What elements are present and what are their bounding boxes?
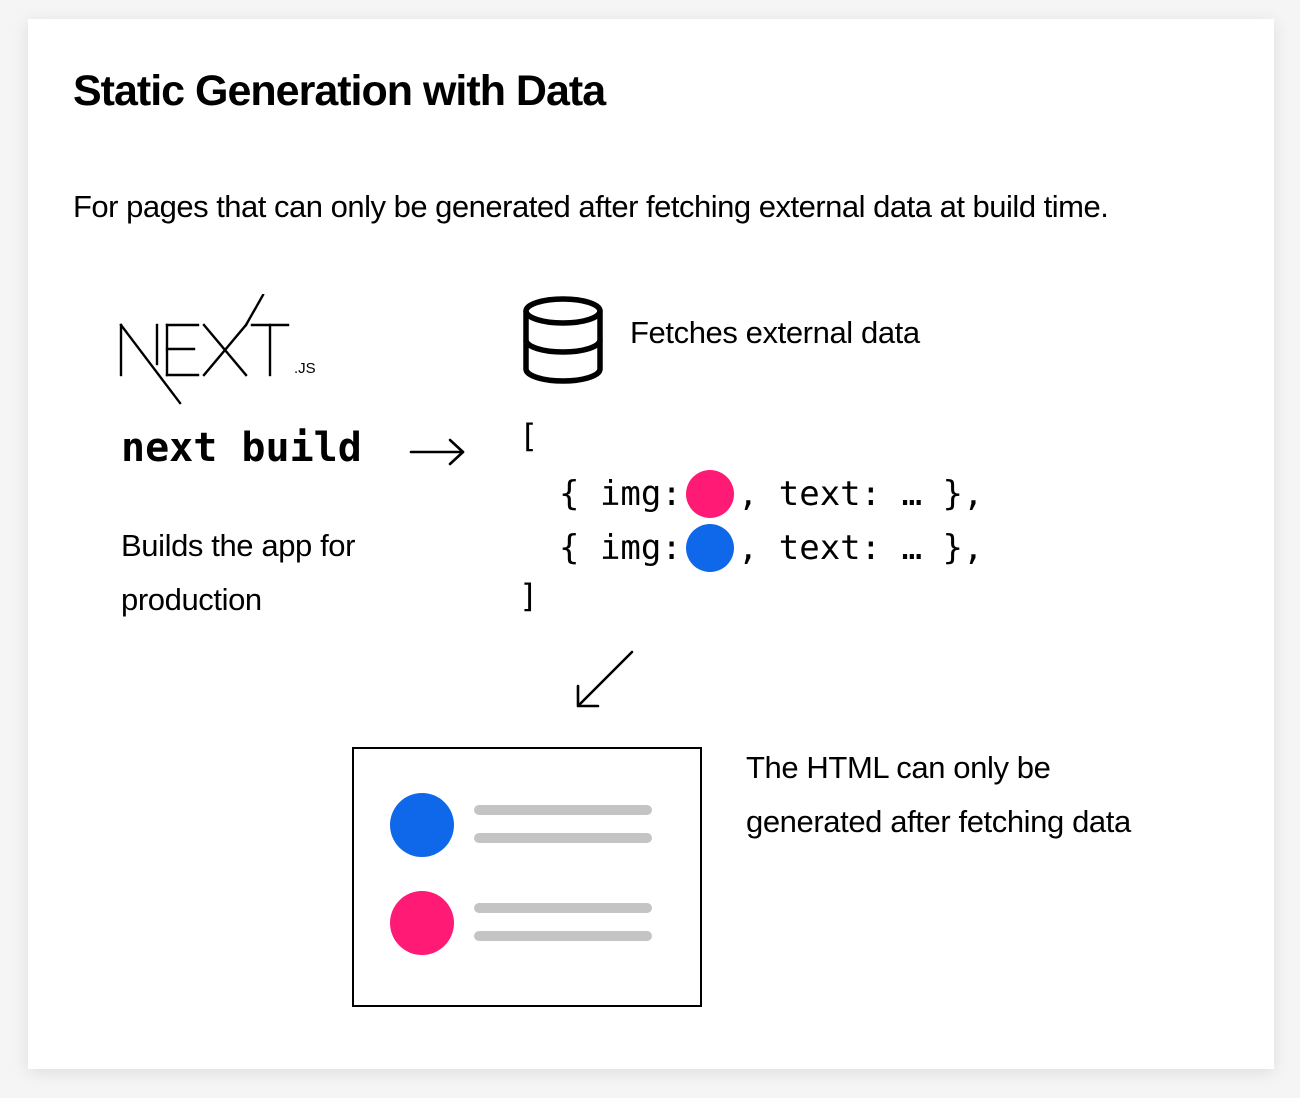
code-close-bracket: ] (519, 577, 539, 615)
svg-text:.JS: .JS (294, 360, 316, 377)
image-dot (685, 470, 734, 518)
preview-item-line (474, 903, 652, 913)
build-description-line-2: production (121, 582, 262, 617)
image-dot (685, 524, 734, 572)
preview-item-line (474, 833, 652, 843)
preview-item-line (474, 931, 652, 941)
build-description: Builds the app for production (121, 519, 355, 627)
preview-item-dot (390, 793, 454, 857)
code-row: { img: , text: … }, (559, 468, 983, 520)
diagram-card: Static Generation with Data For pages th… (28, 19, 1274, 1069)
code-row-prefix: { img: (559, 474, 682, 514)
code-row-suffix: , text: … }, (737, 474, 984, 514)
build-command: next build (121, 425, 362, 471)
html-description-line-2: generated after fetching data (746, 804, 1131, 839)
code-row-suffix: , text: … }, (737, 528, 984, 568)
code-row: { img: , text: … }, (559, 522, 983, 574)
html-description: The HTML can only be generated after fet… (746, 741, 1131, 849)
code-row-prefix: { img: (559, 528, 682, 568)
database-icon (521, 295, 605, 390)
arrow-down-left-icon (572, 648, 638, 717)
diagram-subtitle: For pages that can only be generated aft… (73, 189, 1109, 224)
nextjs-logo: .JS (118, 293, 328, 434)
diagram-title: Static Generation with Data (73, 67, 606, 115)
preview-item-dot (390, 891, 454, 955)
code-open-bracket: [ (519, 417, 539, 455)
nextjs-logo-mark: .JS (119, 293, 316, 405)
preview-item-line (474, 805, 652, 815)
arrow-right-icon (408, 432, 468, 477)
fetch-label: Fetches external data (630, 315, 920, 350)
build-description-line-1: Builds the app for (121, 528, 356, 563)
html-description-line-1: The HTML can only be (746, 750, 1051, 785)
html-page-preview (352, 747, 702, 1007)
